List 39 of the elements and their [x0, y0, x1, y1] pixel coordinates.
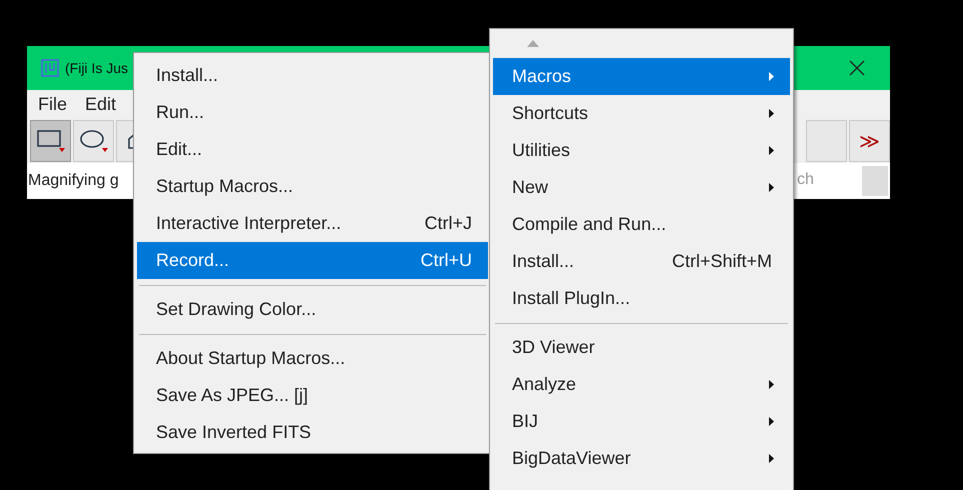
menu-item[interactable]: Analyze	[493, 366, 790, 403]
menu-item[interactable]: Record... Ctrl+U	[137, 242, 488, 279]
tool-button[interactable]	[30, 120, 71, 162]
menu-item[interactable]: Compile and Run...	[493, 206, 790, 243]
menu-item[interactable]: Edit...	[137, 131, 488, 168]
rectangle-icon	[36, 128, 66, 154]
menu-item[interactable]: About Startup Macros...	[137, 340, 488, 377]
menu-item[interactable]: Save As JPEG... [j]	[137, 377, 488, 414]
menu-item[interactable]: Utilities	[493, 132, 790, 169]
more-tools-button[interactable]: ≫	[849, 120, 890, 162]
menu-item[interactable]: Install...	[137, 57, 488, 94]
submenu-arrow-icon	[769, 72, 774, 81]
menu-item[interactable]: BIJ	[493, 403, 790, 440]
menu-item[interactable]: Interactive Interpreter... Ctrl+J	[137, 205, 488, 242]
submenu-arrow-icon	[769, 417, 774, 426]
oval-icon	[78, 128, 108, 154]
menu-item[interactable]: Edit	[85, 94, 116, 114]
menu-item[interactable]: 3D Viewer	[493, 329, 790, 366]
menu-item[interactable]: Install... Ctrl+Shift+M	[493, 243, 790, 280]
tool-button[interactable]	[73, 120, 114, 162]
status-text: Magnifying g	[27, 172, 119, 190]
menu-item[interactable]: Startup Macros...	[137, 168, 488, 205]
menu-item[interactable]: File	[38, 94, 68, 114]
submenu-arrow-icon	[769, 380, 774, 389]
menu-item[interactable]: Run...	[137, 94, 488, 131]
app-logo-icon	[41, 59, 59, 77]
menu-item[interactable]: Macros	[493, 58, 790, 95]
submenu-arrow-icon	[769, 109, 774, 118]
menu-item[interactable]: Shortcuts	[493, 95, 790, 132]
menu-item[interactable]: New	[493, 169, 790, 206]
submenu-arrow-icon	[769, 183, 774, 192]
window-title: (Fiji Is Jus	[65, 60, 128, 76]
menu-item[interactable]: Install PlugIn...	[493, 280, 790, 317]
submenu-arrow-icon	[769, 454, 774, 463]
submenu-arrow-icon	[769, 146, 774, 155]
menu-item[interactable]: BigDataViewer	[493, 440, 790, 477]
menu-item[interactable]: Set Drawing Color...	[137, 291, 488, 328]
close-icon[interactable]	[849, 60, 865, 76]
menu-item[interactable]: Save Inverted FITS	[137, 414, 488, 451]
